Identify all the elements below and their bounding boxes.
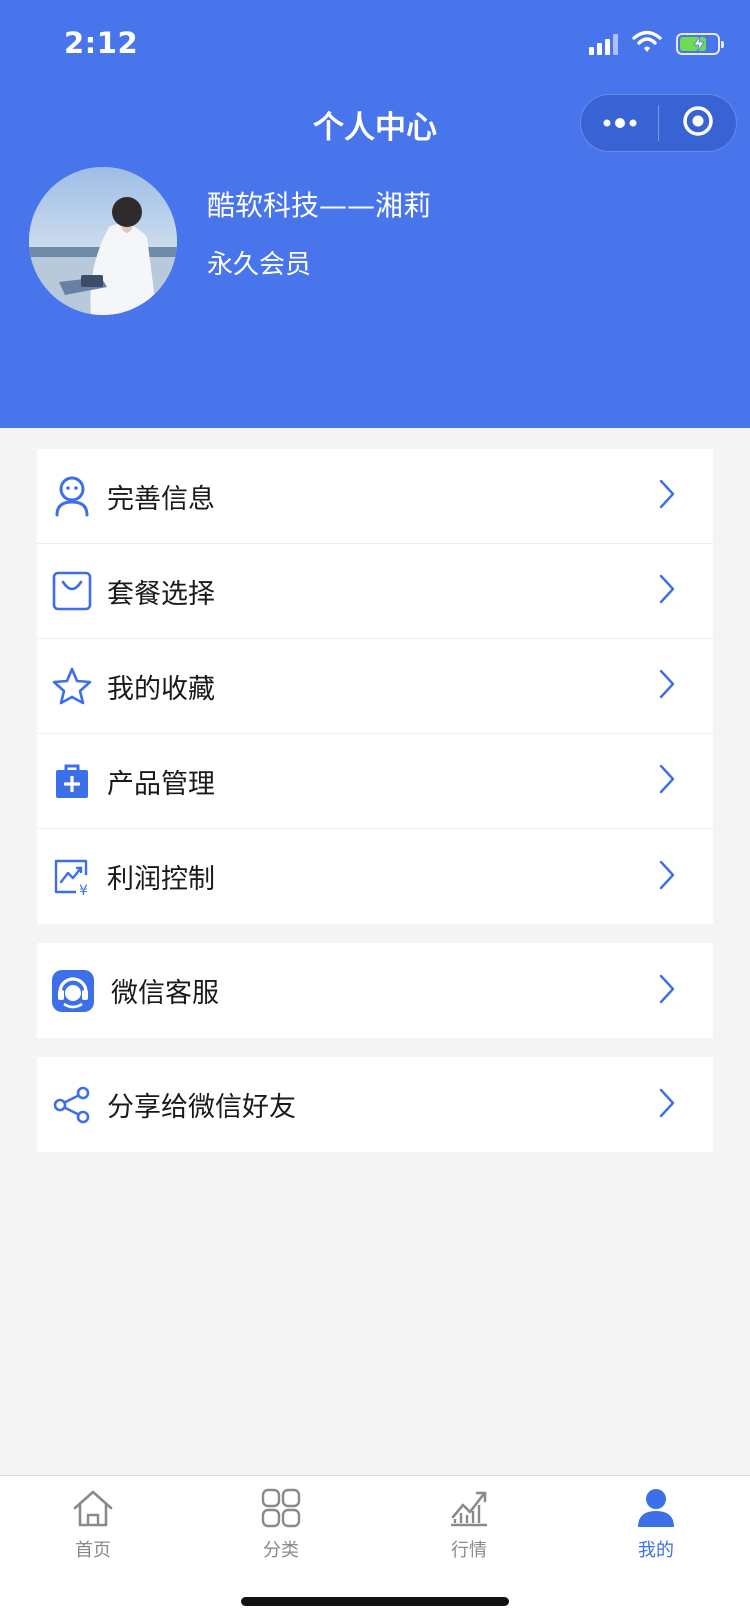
wifi-icon (632, 30, 662, 58)
shopping-bag-icon (51, 570, 93, 612)
more-button[interactable] (581, 95, 658, 151)
menu-card-share: 分享给微信好友 (37, 1057, 713, 1152)
status-icons (589, 30, 724, 58)
profile-header: 2:12 个人中心 酷软科技——湘莉 永久会员 (0, 0, 750, 428)
home-indicator (241, 1597, 509, 1606)
menu-item-wechat-service[interactable]: 微信客服 (37, 943, 713, 1038)
status-time: 2:12 (64, 26, 139, 60)
star-icon (51, 665, 93, 707)
person-icon (596, 1486, 716, 1530)
page: 2:12 个人中心 酷软科技——湘莉 永久会员 完善信息 套餐选择 我的收藏 产… (0, 0, 750, 1623)
menu-label: 套餐选择 (107, 578, 215, 610)
tab-market[interactable]: 行情 (409, 1486, 529, 1562)
svg-text:¥: ¥ (79, 883, 88, 897)
mini-program-capsule (580, 94, 737, 152)
home-icon (33, 1486, 153, 1530)
tab-mine[interactable]: 我的 (596, 1486, 716, 1562)
menu-label: 分享给微信好友 (107, 1092, 296, 1123)
chevron-right-icon (659, 764, 675, 798)
more-dots-icon (602, 114, 638, 133)
category-grid-icon (221, 1486, 341, 1530)
menu-item-package-select[interactable]: 套餐选择 (37, 544, 713, 639)
close-mini-program-button[interactable] (659, 95, 736, 151)
user-profile-icon (51, 475, 93, 517)
menu-item-share-wechat[interactable]: 分享给微信好友 (37, 1057, 713, 1152)
menu-label: 完善信息 (107, 483, 215, 515)
chevron-right-icon (659, 669, 675, 703)
chevron-right-icon (659, 479, 675, 513)
market-trend-icon (409, 1486, 529, 1530)
tab-home[interactable]: 首页 (33, 1486, 153, 1562)
customer-service-icon (51, 969, 95, 1013)
menu-item-my-favorites[interactable]: 我的收藏 (37, 639, 713, 734)
medical-kit-icon (51, 760, 93, 802)
chevron-right-icon (659, 1088, 675, 1122)
menu-item-product-management[interactable]: 产品管理 (37, 734, 713, 829)
battery-icon (676, 33, 724, 55)
membership-level: 永久会员 (207, 250, 312, 280)
share-icon (51, 1084, 93, 1126)
tab-category[interactable]: 分类 (221, 1486, 341, 1562)
tab-label: 行情 (451, 1540, 487, 1561)
tab-label: 首页 (75, 1540, 111, 1561)
tab-label: 分类 (263, 1540, 299, 1561)
user-name: 酷软科技——湘莉 (207, 189, 432, 222)
menu-label: 我的收藏 (107, 673, 215, 705)
chevron-right-icon (659, 860, 675, 894)
menu-card-service: 微信客服 (37, 943, 713, 1038)
menu-label: 产品管理 (107, 768, 215, 800)
avatar-photo (29, 167, 177, 315)
chevron-right-icon (659, 974, 675, 1008)
menu-card-main: 完善信息 套餐选择 我的收藏 产品管理 ¥ 利润控制 (37, 449, 713, 924)
menu-item-complete-info[interactable]: 完善信息 (37, 449, 713, 544)
cellular-signal-icon (589, 33, 618, 55)
target-circle-icon (681, 104, 715, 142)
avatar[interactable] (29, 167, 177, 315)
menu-label: 利润控制 (107, 864, 215, 895)
menu-item-profit-control[interactable]: ¥ 利润控制 (37, 829, 713, 924)
profit-chart-icon: ¥ (51, 856, 93, 898)
chevron-right-icon (659, 574, 675, 608)
tab-label: 我的 (638, 1540, 674, 1561)
menu-label: 微信客服 (111, 978, 219, 1009)
